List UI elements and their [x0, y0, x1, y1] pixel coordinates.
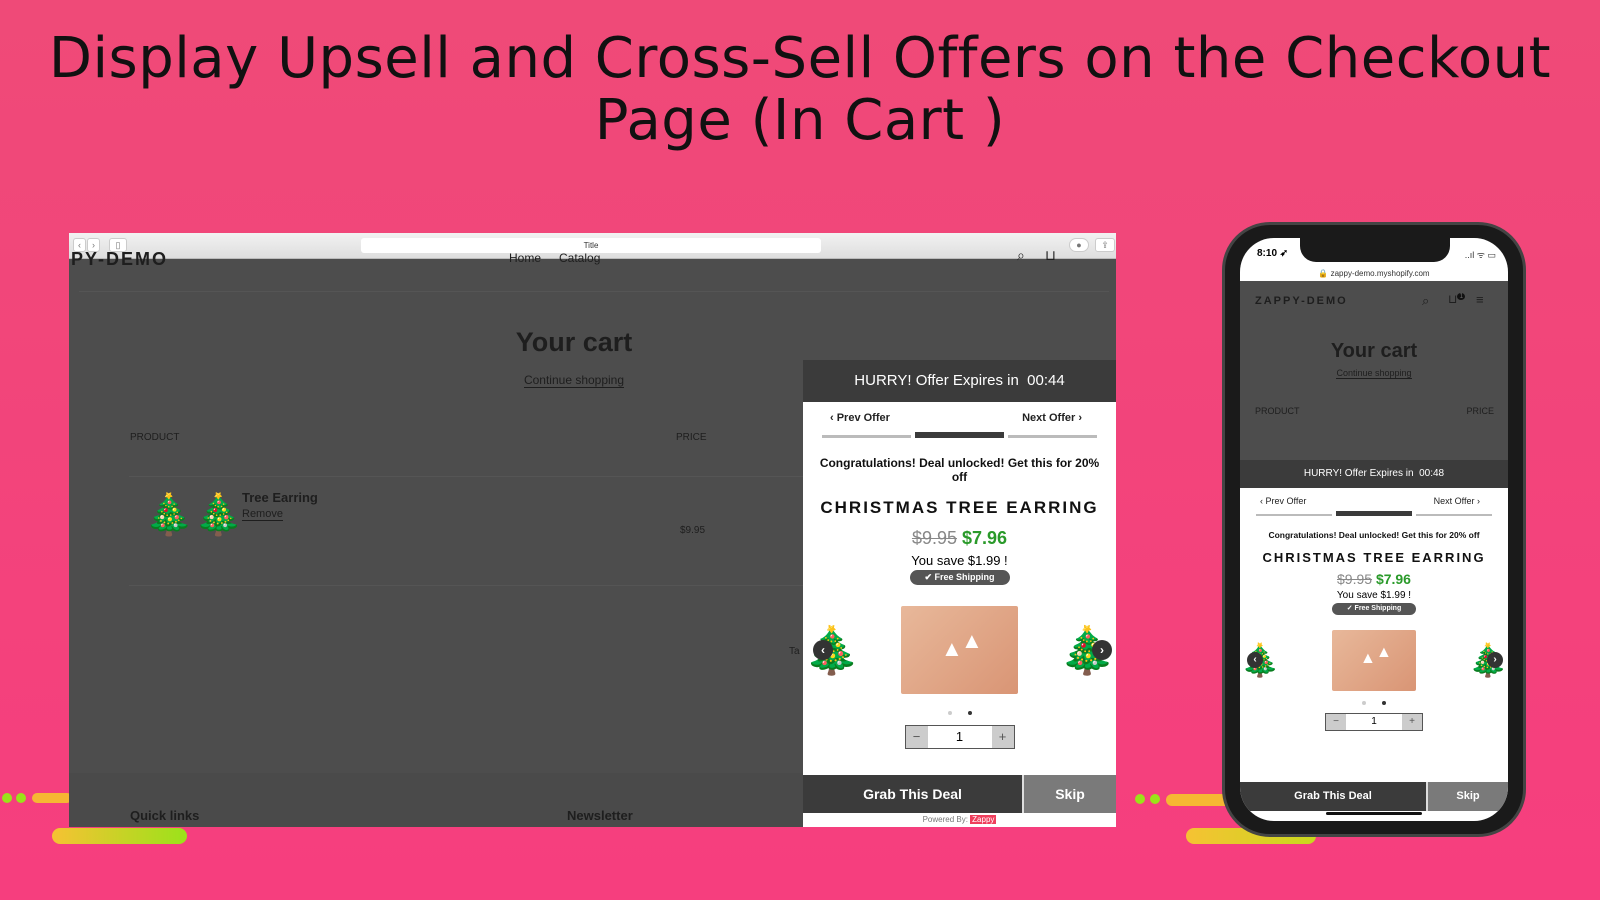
mobile-next-offer-button[interactable]: Next Offer ›	[1434, 496, 1480, 506]
product-carousel: 🎄 ▲▲ 🎄 ‹ ›	[803, 595, 1116, 705]
decor-dot	[1150, 794, 1160, 804]
search-icon[interactable]: ⌕	[1017, 247, 1025, 264]
free-shipping-badge: ✔ Free Shipping	[909, 570, 1010, 585]
increase-button[interactable]: +	[991, 726, 1014, 748]
decor-dot	[2, 793, 12, 803]
mobile-continue-text: Continue shopping	[1336, 368, 1412, 379]
desktop-browser-window: ‹ › ▯ Title ● ⇪ PY-DEMO Home Catalog ⌕ ⊔…	[69, 233, 1116, 827]
mobile-timer-value: 00:48	[1419, 468, 1445, 479]
divider	[129, 476, 809, 477]
headline-line-2: Page (In Cart )	[594, 88, 1006, 153]
quantity-input[interactable]: 1	[927, 726, 992, 748]
mobile-product-image: ▲ ▲	[1332, 629, 1416, 691]
timer-label: HURRY! Offer Expires in	[854, 372, 1019, 389]
mobile-carousel-next-icon[interactable]: ›	[1487, 652, 1503, 668]
phone-notch	[1300, 238, 1450, 262]
offer-progress	[821, 432, 1098, 438]
product-title: CHRISTMAS TREE EARRING	[820, 498, 1099, 517]
deal-message: Congratulations! Deal unlocked! Get this…	[819, 456, 1100, 484]
savings-text: You save $1.99 !	[911, 553, 1008, 568]
mobile-deal-message: Congratulations! Deal unlocked! Get this…	[1268, 530, 1480, 540]
mobile-timer-label: HURRY! Offer Expires in	[1303, 468, 1414, 479]
mobile-carousel-prev-icon[interactable]: ‹	[1247, 652, 1263, 668]
cart-title: Your cart	[515, 327, 633, 357]
nav-catalog[interactable]: Catalog	[559, 251, 600, 265]
grab-deal-button[interactable]: Grab This Deal	[803, 775, 1024, 813]
decor-stripe	[52, 828, 187, 844]
footer-newsletter: Newsletter	[567, 808, 633, 823]
headline-line-1: Display Upsell and Cross-Sell Offers on …	[48, 26, 1552, 91]
upsell-popup: HURRY! Offer Expires in 00:44 ‹ Prev Off…	[803, 360, 1116, 827]
footer-quick-links: Quick links	[130, 808, 200, 823]
continue-shopping-text: Continue shopping	[523, 373, 625, 388]
timer-value: 00:44	[1027, 372, 1065, 389]
mobile-cart-icon[interactable]: ⊔ 1	[1448, 292, 1466, 306]
next-offer-button[interactable]: Next Offer ›	[1022, 412, 1082, 424]
mobile-discounted-price: $7.96	[1375, 571, 1411, 587]
mobile-offer-progress	[1256, 511, 1492, 516]
mobile-grab-deal-button[interactable]: Grab This Deal	[1240, 782, 1428, 811]
original-price: $9.95	[911, 528, 957, 548]
mobile-carousel-dots[interactable]	[1362, 701, 1386, 705]
cart-count-badge: 1	[1457, 293, 1466, 300]
product-image-earrings: 🎄🎄	[144, 493, 244, 537]
carousel-dots[interactable]	[947, 711, 972, 715]
mobile-col-product: PRODUCT	[1255, 406, 1300, 416]
mobile-original-price: $9.95	[1337, 571, 1373, 587]
store-logo[interactable]: PY-DEMO	[71, 249, 168, 270]
cart-icon[interactable]: ⊔	[1045, 247, 1056, 264]
mobile-quantity-input[interactable]: 1	[1346, 714, 1402, 730]
menu-icon[interactable]: ≡	[1476, 292, 1484, 307]
nav-home[interactable]: Home	[509, 251, 541, 265]
mobile-continue-shopping[interactable]: Continue shopping	[1240, 368, 1508, 379]
decor-dot	[16, 793, 26, 803]
mobile-screen: 8:10 ➶ ..ıl ᯤ ▭ 🔒 zappy-demo.myshopify.c…	[1240, 238, 1508, 821]
mobile-quantity-stepper[interactable]: − 1 +	[1325, 713, 1423, 731]
mobile-product-carousel: 🎄 ▲▲ 🎄 ‹ ›	[1240, 623, 1508, 697]
home-indicator	[1326, 812, 1422, 815]
prev-offer-button[interactable]: ‹ Prev Offer	[830, 412, 890, 424]
mobile-upsell-popup: HURRY! Offer Expires in 00:48 ‹ Prev Off…	[1240, 460, 1508, 821]
mobile-col-price: PRICE	[1466, 406, 1494, 416]
mobile-savings-text: You save $1.99 !	[1336, 590, 1412, 601]
download-icon[interactable]: ●	[1069, 238, 1089, 252]
status-icons: ..ıl ᯤ ▭	[1464, 250, 1496, 260]
share-icon[interactable]: ⇪	[1095, 238, 1115, 252]
carousel-next-arrow-icon[interactable]: ›	[1092, 640, 1112, 660]
decor-dot	[1135, 794, 1145, 804]
decrease-button[interactable]: −	[905, 726, 928, 748]
mobile-product-title: CHRISTMAS TREE EARRING	[1262, 550, 1486, 565]
product-image: ▲ ▲	[901, 606, 1018, 694]
mobile-skip-button[interactable]: Skip	[1428, 782, 1508, 811]
mobile-prev-offer-button[interactable]: ‹ Prev Offer	[1260, 496, 1306, 506]
item-name[interactable]: Tree Earring	[242, 490, 318, 505]
status-time: 8:10 ➶	[1257, 248, 1289, 259]
divider	[129, 585, 809, 586]
divider	[79, 291, 1109, 292]
remove-link[interactable]: Remove	[242, 508, 283, 521]
taxes-text-partial: Ta	[789, 646, 800, 657]
mobile-url-bar[interactable]: 🔒 zappy-demo.myshopify.com	[1240, 269, 1508, 278]
mobile-free-shipping-badge: ✓ Free Shipping	[1332, 603, 1416, 615]
powered-label: Powered By:	[922, 815, 968, 824]
discounted-price: $7.96	[962, 528, 1008, 548]
offer-timer: HURRY! Offer Expires in 00:44	[803, 360, 1116, 402]
headline: Display Upsell and Cross-Sell Offers on …	[0, 28, 1600, 152]
mobile-offer-timer: HURRY! Offer Expires in 00:48	[1240, 460, 1508, 488]
mobile-store-logo[interactable]: ZAPPY-DEMO	[1255, 295, 1348, 307]
item-price: $9.95	[680, 525, 706, 536]
mobile-decrease-button[interactable]: −	[1326, 714, 1346, 730]
mobile-phone-frame: 8:10 ➶ ..ıl ᯤ ▭ 🔒 zappy-demo.myshopify.c…	[1222, 222, 1526, 837]
mobile-cart-title: Your cart	[1330, 340, 1418, 362]
col-product: PRODUCT	[130, 432, 180, 443]
mobile-search-icon[interactable]: ⌕	[1422, 293, 1429, 309]
quantity-stepper[interactable]: − 1 +	[904, 725, 1015, 749]
zappy-logo: Zappy	[970, 815, 997, 824]
powered-by: Powered By: Zappy	[803, 813, 1116, 827]
skip-button[interactable]: Skip	[1024, 775, 1116, 813]
col-price: PRICE	[676, 432, 707, 443]
mobile-increase-button[interactable]: +	[1402, 714, 1422, 730]
decor-stripe	[32, 793, 72, 803]
carousel-prev-arrow-icon[interactable]: ‹	[813, 640, 833, 660]
